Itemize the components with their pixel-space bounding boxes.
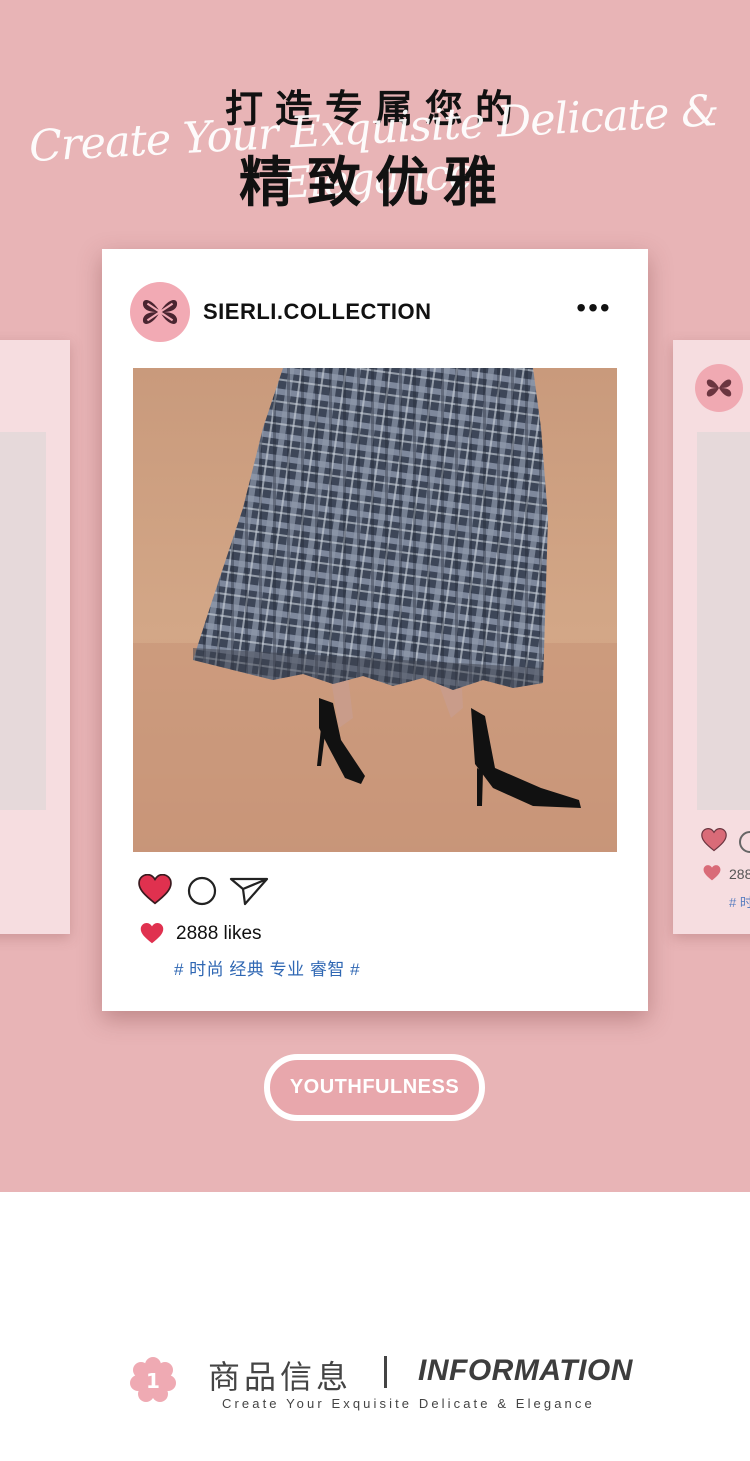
more-options-button[interactable]: •••	[572, 294, 616, 323]
hero-headline-main: 精致优雅	[239, 151, 511, 214]
comment-circle-icon[interactable]	[187, 876, 217, 906]
hero-section: 288 # 时 打造专属您的 Create Your Exquisite Del…	[0, 0, 750, 1192]
post-photo[interactable]	[133, 368, 617, 852]
next-post-card[interactable]: 288 # 时	[673, 340, 750, 934]
account-name[interactable]: SIERLI.COLLECTION	[203, 299, 432, 325]
next-post-tags: # 时	[729, 895, 750, 910]
section-subtitle: Create Your Exquisite Delicate & Eleganc…	[222, 1396, 595, 1411]
heart-icon[interactable]	[138, 874, 172, 905]
paper-plane-icon[interactable]	[229, 876, 269, 906]
butterfly-logo-icon	[142, 300, 178, 324]
flower-number-badge: 1	[130, 1357, 176, 1402]
section-title-en: INFORMATION	[418, 1354, 633, 1387]
next-post-likes: 288	[729, 866, 750, 882]
next-post-avatar	[695, 364, 743, 412]
skirt-photo-illustration	[133, 368, 617, 852]
comment-circle-icon[interactable]	[739, 831, 750, 853]
butterfly-logo-icon	[706, 379, 732, 397]
account-avatar[interactable]	[130, 282, 190, 342]
previous-post-card[interactable]	[0, 340, 70, 934]
heart-icon	[140, 923, 164, 944]
section-divider	[384, 1356, 387, 1388]
post-card: SIERLI.COLLECTION ••• 2888 likes # 时尚 经典…	[102, 249, 648, 1011]
section-number: 1	[146, 1369, 160, 1393]
likes-count: 2888 likes	[176, 923, 262, 944]
youthfulness-button[interactable]: YOUTHFULNESS	[264, 1054, 485, 1121]
section-title-cn: 商品信息	[208, 1358, 353, 1396]
post-hashtags[interactable]: # 时尚 经典 专业 睿智 #	[174, 955, 360, 980]
next-post-image	[697, 432, 750, 810]
previous-post-image	[0, 432, 46, 810]
heart-icon	[703, 865, 721, 881]
heart-icon[interactable]	[701, 828, 727, 852]
